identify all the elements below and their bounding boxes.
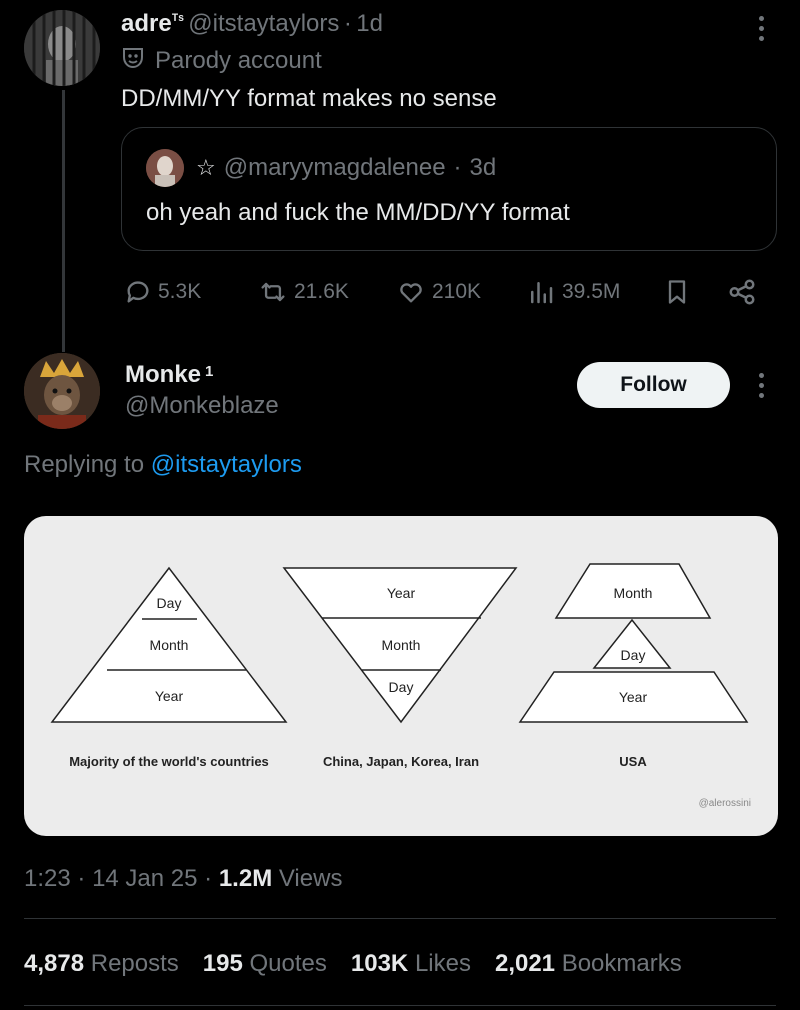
tweet-meta-time[interactable]: 1:23 (24, 865, 71, 892)
views-total: 1.2M (218, 865, 273, 892)
stat-quotes-label: Quotes (249, 950, 327, 977)
views-count: 39.5M (562, 280, 621, 303)
tweet-time[interactable]: 1d (356, 10, 383, 37)
reply-author-handle[interactable]: @Monkeblaze (125, 392, 279, 420)
reply-author-badge: 1 (205, 362, 214, 380)
stat-bookmarks-label: Bookmarks (561, 950, 682, 977)
pyramid-1-caption: Majority of the world's countries (69, 754, 269, 769)
separator-dot: · (77, 865, 86, 892)
quote-handle[interactable]: @maryymagdalenee (224, 154, 446, 182)
pyramid-2-label-2: Month (382, 637, 421, 653)
share-button[interactable] (727, 276, 757, 308)
like-count: 210K (432, 280, 482, 303)
views-icon (531, 282, 553, 304)
pyramid-1-label-3: Year (155, 688, 184, 704)
bookmark-icon (668, 280, 686, 304)
author-badge: ᵀˢ (171, 11, 184, 29)
author-handle[interactable]: @itstaytaylors (188, 10, 339, 37)
reply-author-name[interactable]: Monke (125, 361, 201, 388)
more-options-icon[interactable] (756, 16, 766, 41)
heart-icon (400, 283, 422, 303)
star-icon: ☆ (196, 155, 216, 180)
stat-quotes-count: 195 (202, 950, 243, 977)
pyramid-3-label-3: Year (619, 689, 648, 705)
image-credit: @alerossini (699, 798, 751, 809)
separator-dot: · (343, 10, 352, 37)
pyramid-2-label-1: Year (387, 585, 416, 601)
repost-count: 21.6K (294, 280, 349, 303)
repost-button[interactable]: 21.6K (258, 276, 349, 308)
more-options-icon[interactable] (756, 373, 766, 398)
stat-bookmarks[interactable]: 2,021 Bookmarks (495, 950, 682, 978)
pyramid-2-caption: China, Japan, Korea, Iran (323, 754, 479, 769)
tweet-text: DD/MM/YY format makes no sense (121, 85, 497, 112)
repost-icon (261, 282, 285, 302)
pyramid-3-label-1: Month (614, 585, 653, 601)
tweet-meta-date[interactable]: 14 Jan 25 (92, 865, 197, 892)
separator-dot: · (204, 865, 213, 892)
views-label: Views (278, 865, 343, 892)
engagement-stats: 4,878 Reposts 195 Quotes 103K Likes 2,02… (24, 950, 682, 978)
tweet-header: adreᵀˢ @itstaytaylors · 1d (121, 10, 383, 38)
stat-likes-count: 103K (350, 950, 409, 977)
follow-button[interactable]: Follow (577, 362, 730, 408)
quote-avatar[interactable] (146, 149, 184, 187)
stat-reposts-count: 4,878 (24, 950, 85, 977)
reply-button[interactable]: 5.3K (124, 276, 201, 308)
author-name[interactable]: adre (121, 10, 172, 37)
pyramid-3-caption: USA (619, 754, 647, 769)
separator-dot: · (453, 154, 462, 181)
views-button[interactable]: 39.5M (526, 276, 620, 308)
stat-bookmarks-count: 2,021 (494, 950, 556, 977)
quote-header: ☆ @maryymagdalenee · 3d (196, 154, 496, 182)
thread-connector-line (62, 90, 65, 352)
divider (24, 1005, 776, 1006)
stat-reposts[interactable]: 4,878 Reposts (24, 950, 179, 978)
reply-author-row: Monke 1 (125, 361, 213, 389)
stat-likes-label: Likes (414, 950, 471, 977)
quote-time[interactable]: 3d (470, 154, 497, 182)
pyramid-1-label-1: Day (157, 595, 182, 611)
reply-avatar[interactable] (24, 353, 100, 429)
quote-text: oh yeah and fuck the MM/DD/YY format (146, 199, 570, 226)
reply-count: 5.3K (158, 280, 202, 303)
reply-icon (127, 281, 149, 303)
bookmark-button[interactable] (663, 276, 691, 308)
parody-mask-icon (121, 46, 145, 75)
replying-to-handle[interactable]: @itstaytaylors (151, 451, 302, 478)
tweet-meta: 1:23 · 14 Jan 25 · 1.2M Views (24, 865, 342, 893)
replying-to-prefix: Replying to (24, 451, 145, 478)
quoted-tweet[interactable] (121, 127, 777, 251)
attached-image[interactable]: Day Month Year Year Month Day Month Day … (24, 516, 778, 836)
parody-label: Parody account (155, 46, 322, 74)
stat-quotes[interactable]: 195 Quotes (203, 950, 327, 978)
share-icon (729, 279, 755, 305)
pyramid-2-label-3: Day (389, 679, 414, 695)
pyramid-3-label-2: Day (621, 647, 646, 663)
like-button[interactable]: 210K (396, 276, 481, 308)
avatar[interactable] (24, 10, 100, 86)
divider (24, 918, 776, 919)
pyramid-diagram: Day Month Year Year Month Day Month Day … (50, 563, 751, 809)
pyramid-1-label-2: Month (150, 637, 189, 653)
parody-label-row: Parody account (121, 46, 322, 75)
stat-likes[interactable]: 103K Likes (351, 950, 471, 978)
action-bar: 5.3K 21.6K 210K 39.5M (0, 276, 800, 308)
replying-to: Replying to @itstaytaylors (24, 451, 302, 479)
stat-reposts-label: Reposts (90, 950, 179, 977)
